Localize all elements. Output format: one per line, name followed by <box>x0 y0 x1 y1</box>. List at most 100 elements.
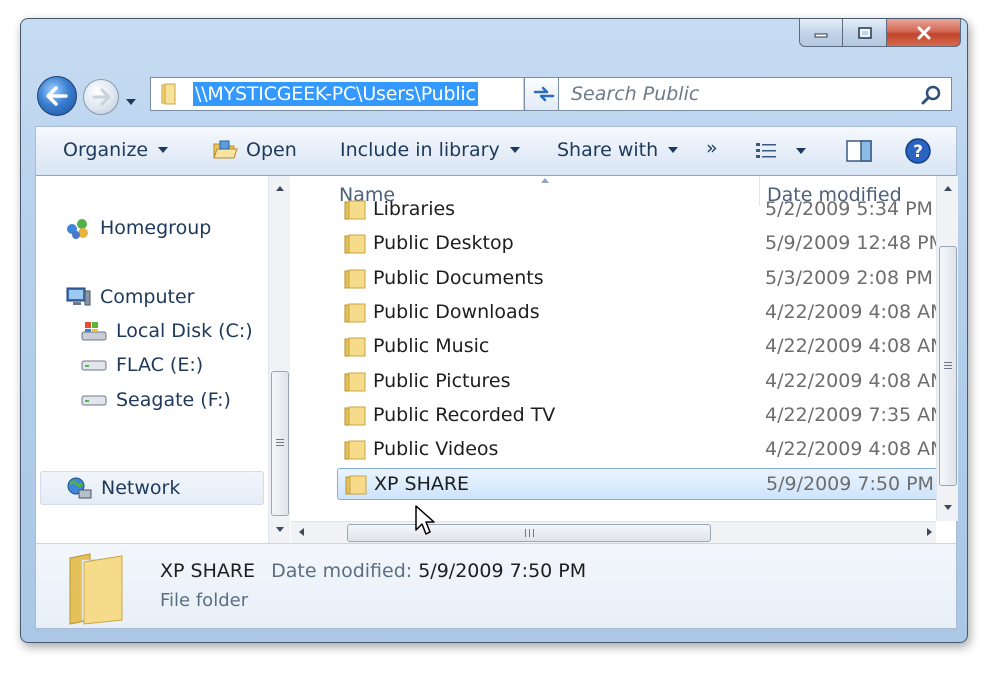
nav-item-label: Homegroup <box>100 217 212 239</box>
scroll-right-icon[interactable] <box>927 528 932 536</box>
preview-pane-button[interactable] <box>846 139 872 163</box>
more-commands-button[interactable]: » <box>706 137 718 159</box>
table-row[interactable]: Libraries 5/2/2009 5:34 PM <box>337 194 942 226</box>
details-pane: XP SHARE Date modified: 5/9/2009 7:50 PM… <box>35 543 957 629</box>
table-row[interactable]: Public Desktop 5/9/2009 12:48 PM <box>337 228 946 260</box>
forward-button[interactable] <box>83 79 119 115</box>
address-bar[interactable]: \\MYSTICGEEK-PC\Users\Public <box>150 77 554 111</box>
recent-pages-button[interactable] <box>125 91 137 110</box>
include-in-library-button[interactable]: Include in library <box>340 139 520 161</box>
more-commands-label: » <box>706 137 718 159</box>
scroll-down-icon[interactable] <box>276 527 284 532</box>
drive-icon <box>80 353 108 377</box>
chevron-down-icon <box>126 99 136 105</box>
nav-item-network[interactable]: Network <box>40 471 264 505</box>
nav-item-label: Local Disk (C:) <box>116 320 253 342</box>
details-view-icon <box>756 143 776 158</box>
nav-item-local-disk[interactable]: Local Disk (C:) <box>80 319 253 343</box>
grip-icon <box>276 439 284 446</box>
drive-icon <box>80 388 108 412</box>
folder-icon <box>344 269 366 289</box>
folder-icon <box>344 440 366 460</box>
nav-item-homegroup[interactable]: Homegroup <box>64 216 211 240</box>
file-name: Public Music <box>373 335 490 358</box>
grip-icon <box>944 362 952 369</box>
file-list-scrollbar[interactable] <box>936 176 958 521</box>
folder-icon <box>345 475 367 495</box>
table-row[interactable]: Public Pictures 4/22/2009 4:08 AM <box>337 366 947 398</box>
table-row[interactable]: Public Documents 5/3/2009 2:08 PM <box>337 263 942 295</box>
table-row[interactable]: Public Videos 4/22/2009 4:08 AM <box>337 434 947 466</box>
scrollbar-thumb[interactable] <box>939 246 957 486</box>
nav-item-label: FLAC (E:) <box>116 354 204 376</box>
file-name: Public Videos <box>373 438 499 461</box>
maximize-icon <box>857 26 872 39</box>
local-disk-icon <box>80 319 108 343</box>
search-box[interactable]: Search Public <box>558 77 952 111</box>
address-text[interactable]: \\MYSTICGEEK-PC\Users\Public <box>193 82 478 106</box>
svg-text:?: ? <box>913 142 923 162</box>
navigation-pane: Homegroup Computer Local Disk (C:) FLAC … <box>36 176 268 543</box>
table-row[interactable]: Public Downloads 4/22/2009 4:08 AM <box>337 297 947 329</box>
file-list-horizontal-scrollbar[interactable] <box>291 521 936 543</box>
file-date-modified: 4/22/2009 4:08 AM <box>765 369 947 392</box>
homegroup-icon <box>64 216 92 240</box>
open-label: Open <box>246 139 297 161</box>
nav-item-computer[interactable]: Computer <box>64 285 194 309</box>
folder-icon <box>161 83 176 105</box>
folder-icon <box>344 303 366 323</box>
file-date-modified: 4/22/2009 4:08 AM <box>765 335 947 358</box>
share-with-button[interactable]: Share with <box>557 139 679 161</box>
preview-pane-icon <box>846 140 872 162</box>
back-button[interactable] <box>37 76 77 116</box>
table-row[interactable]: XP SHARE 5/9/2009 7:50 PM <box>337 468 942 501</box>
organize-label: Organize <box>63 139 149 161</box>
sort-ascending-icon <box>541 178 549 183</box>
refresh-icon <box>533 86 555 102</box>
chevron-down-icon <box>796 148 806 154</box>
maximize-button[interactable] <box>843 19 887 47</box>
nav-item-label: Computer <box>100 286 195 308</box>
file-date-modified: 5/9/2009 7:50 PM <box>766 473 934 496</box>
file-date-modified: 5/9/2009 12:48 PM <box>765 232 946 255</box>
nav-item-flac[interactable]: FLAC (E:) <box>80 353 203 377</box>
table-row[interactable]: Public Music 4/22/2009 4:08 AM <box>337 331 947 363</box>
close-button[interactable] <box>887 19 961 47</box>
scroll-up-icon[interactable] <box>276 186 284 191</box>
file-name: Public Documents <box>373 266 544 289</box>
file-date-modified: 5/2/2009 5:34 PM <box>765 198 933 220</box>
nav-item-label: Seagate (F:) <box>116 389 231 411</box>
folder-icon <box>344 372 366 391</box>
file-date-modified: 4/22/2009 7:35 AM <box>765 403 947 426</box>
file-name: Libraries <box>373 198 456 220</box>
minimize-button[interactable] <box>799 19 843 47</box>
horizontal-scrollbar-thumb[interactable] <box>347 524 711 542</box>
search-icon[interactable] <box>921 84 943 106</box>
scroll-down-icon[interactable] <box>944 505 952 510</box>
open-folder-icon <box>213 140 238 159</box>
organize-button[interactable]: Organize <box>63 139 169 161</box>
details-item-type: File folder <box>160 590 249 611</box>
help-button[interactable]: ? <box>904 137 932 165</box>
nav-pane-scrollbar[interactable] <box>268 176 290 543</box>
scroll-up-icon[interactable] <box>944 186 952 191</box>
file-name: Public Recorded TV <box>373 403 556 426</box>
details-date-value: 5/9/2009 7:50 PM <box>418 560 587 582</box>
details-line-1: XP SHARE Date modified: 5/9/2009 7:50 PM <box>160 560 586 582</box>
search-placeholder: Search Public <box>571 83 700 105</box>
command-bar: Organize Open Include in library Share w… <box>35 126 957 176</box>
change-view-button[interactable] <box>754 140 806 162</box>
network-icon <box>65 476 93 500</box>
folder-icon <box>344 337 366 357</box>
folder-icon <box>344 406 366 426</box>
file-date-modified: 4/22/2009 4:08 AM <box>765 438 947 461</box>
open-button[interactable]: Open <box>212 139 297 161</box>
nav-item-seagate[interactable]: Seagate (F:) <box>80 388 231 412</box>
details-item-name: XP SHARE <box>160 560 256 582</box>
file-name: Public Downloads <box>373 300 540 323</box>
file-name: Public Pictures <box>373 369 511 392</box>
scrollbar-thumb[interactable] <box>271 371 289 516</box>
navigation-bar: \\MYSTICGEEK-PC\Users\Public Search Publ… <box>21 71 967 121</box>
table-row[interactable]: Public Recorded TV 4/22/2009 7:35 AM <box>337 400 947 432</box>
scroll-left-icon[interactable] <box>299 528 304 536</box>
